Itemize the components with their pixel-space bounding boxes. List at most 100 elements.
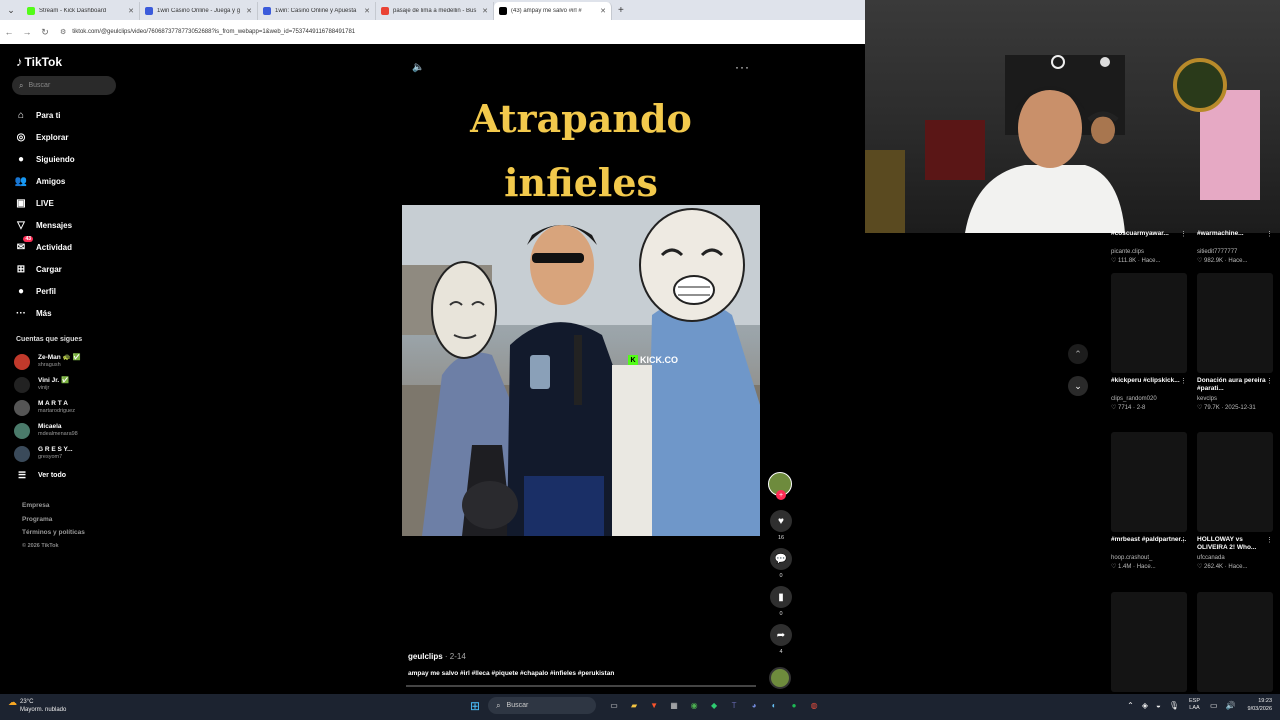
taskbar-search[interactable]: ⌕ Buscar [488, 697, 597, 714]
spotify-icon[interactable]: ● [787, 698, 802, 713]
video-progress-bar[interactable] [406, 685, 756, 687]
video-author[interactable]: geulclips · 2-14 [408, 652, 466, 661]
volume-tray-icon[interactable]: 🔊 [1226, 701, 1236, 710]
tab-close-icon[interactable]: ✕ [364, 7, 370, 15]
followed-account[interactable]: M A R T Amartarodriguez [14, 396, 124, 419]
followed-account[interactable]: G R E S Y... gresyom7 [14, 442, 124, 465]
nav-item-más[interactable]: ··· Más [14, 302, 124, 324]
music-disc-icon[interactable] [769, 667, 791, 689]
browser-tab[interactable]: 1win: Casino Online y Apuesta ✕ [258, 2, 376, 20]
bookmark-icon[interactable]: ▮ [770, 586, 792, 608]
save-action[interactable]: ▮ 0 [768, 586, 794, 624]
scroll-down-button[interactable]: ⌄ [1068, 376, 1088, 396]
video-card[interactable]: ⋮ #warmachine... sitiedit7777777 ♡ 982.9K ·… [1197, 230, 1273, 265]
tab-search-icon[interactable]: ⌄ [0, 5, 22, 16]
footer-link[interactable]: Empresa [22, 502, 85, 516]
video-thumbnail[interactable] [1197, 592, 1273, 692]
heart-icon[interactable]: ♥ [770, 510, 792, 532]
share-icon[interactable]: ➦ [770, 624, 792, 646]
tab-favicon-icon [381, 7, 389, 15]
follow-plus-icon[interactable]: + [776, 490, 786, 500]
video-card[interactable]: ⋮ Donación aura pereira #parati... kevclps… [1197, 273, 1273, 412]
video-card[interactable]: ⋮ #kickperu #clipskick... clips_random020 ♡… [1111, 273, 1187, 412]
video-thumbnail[interactable] [1111, 273, 1187, 373]
footer-link[interactable]: Términos y políticas [22, 529, 85, 543]
network-icon[interactable]: ◒ [1156, 701, 1161, 710]
url-field[interactable]: ⚙ tiktok.com/@geulclips/video/7606873778… [60, 23, 857, 41]
author-name[interactable]: geulclips [408, 652, 443, 661]
new-tab-button[interactable]: + [618, 5, 624, 16]
video-card[interactable]: ⋮ #coscuarmyawar... picante.clips ♡ 111.8K … [1111, 230, 1187, 265]
video-thumbnail[interactable] [1197, 432, 1273, 532]
tab-close-icon[interactable]: ✕ [246, 7, 252, 15]
forward-icon[interactable]: → [18, 27, 36, 37]
tab-close-icon[interactable]: ✕ [128, 7, 134, 15]
video-thumbnail[interactable] [1111, 592, 1187, 692]
reload-icon[interactable]: ↻ [36, 27, 54, 38]
app-icon[interactable]: ◆ [707, 698, 722, 713]
tab-close-icon[interactable]: ✕ [482, 7, 488, 15]
comment-action[interactable]: 💬 0 [768, 548, 794, 586]
video-card-user: clips_random020 [1111, 396, 1157, 402]
back-icon[interactable]: ← [0, 27, 18, 37]
browser-tab[interactable]: (43) ampay me salvo #irl # ✕ [494, 2, 612, 20]
followed-account[interactable]: Ze-Man 🐢 ✅ shragush [14, 350, 124, 373]
display-icon[interactable]: ▭ [1210, 701, 1218, 710]
file-explorer-icon[interactable]: ▰ [627, 698, 642, 713]
video-thumbnail[interactable] [1197, 273, 1273, 373]
nav-item-live[interactable]: ▣ LIVE [14, 192, 124, 214]
discord-icon[interactable]: ◕ [747, 698, 762, 713]
teams-icon[interactable]: T [727, 698, 742, 713]
nav-item-siguiendo[interactable]: ● Siguiendo [14, 148, 124, 170]
video-thumbnail[interactable] [1111, 432, 1187, 532]
share-action[interactable]: ➦ 4 [768, 624, 794, 662]
followed-account[interactable]: Vini Jr. ✅ vinijr [14, 373, 124, 396]
task-view-icon[interactable]: ▭ [607, 698, 622, 713]
weather-widget[interactable]: ☁ 23°C Mayorm. nublado [8, 698, 66, 714]
followed-account[interactable]: Micaela mdealmenara98 [14, 419, 124, 442]
tab-close-icon[interactable]: ✕ [600, 7, 606, 15]
volume-icon[interactable]: 🔈 [412, 62, 424, 73]
browser-tab[interactable]: pasaje de lima a medellin - Bus ✕ [376, 2, 494, 20]
more-options-icon[interactable]: ··· [735, 60, 750, 74]
chrome-icon[interactable]: ◉ [687, 698, 702, 713]
windows-start-icon[interactable]: ⊞ [470, 699, 480, 713]
language-indicator[interactable]: ESP LAA [1189, 698, 1200, 712]
nav-item-explorar[interactable]: ◎ Explorar [14, 126, 124, 148]
card-menu-icon[interactable]: ⋮ [1266, 377, 1273, 385]
scroll-up-button[interactable]: ⌃ [1068, 344, 1088, 364]
store-icon[interactable]: ▦ [667, 698, 682, 713]
nav-item-cargar[interactable]: ⊞ Cargar [14, 258, 124, 280]
mic-icon[interactable]: 🎙 [1169, 701, 1179, 710]
card-menu-icon[interactable]: ⋮ [1180, 536, 1187, 544]
search-input[interactable]: ⌕ Buscar [12, 76, 116, 95]
video-card[interactable]: ⋮ HOLLOWAY vs OLIVEIRA 2! Who... ufccanada… [1197, 432, 1273, 571]
card-menu-icon[interactable]: ⋮ [1266, 230, 1273, 238]
tiktok-logo[interactable]: ♪ TikTok [16, 54, 62, 69]
clock[interactable]: 19:23 9/03/2026 [1248, 697, 1272, 713]
tray-app-icon[interactable]: ◈ [1142, 701, 1148, 710]
comment-icon[interactable]: 💬 [770, 548, 792, 570]
browser-tab[interactable]: 1win Casino Online - Juega y g ✕ [140, 2, 258, 20]
nav-item-amigos[interactable]: 👥 Amigos [14, 170, 124, 192]
nav-item-perfil[interactable]: ● Perfil [14, 280, 124, 302]
video-card[interactable]: ⋮ #mrbeast #paldpartner... hoop.crashout_ ♡… [1111, 432, 1187, 571]
card-menu-icon[interactable]: ⋮ [1180, 230, 1187, 238]
nav-item-para-ti[interactable]: ⌂ Para ti [14, 104, 124, 126]
card-menu-icon[interactable]: ⋮ [1266, 536, 1273, 544]
footer-link[interactable]: Programa [22, 516, 85, 530]
steam-icon[interactable]: ◐ [767, 698, 782, 713]
nav-item-actividad[interactable]: ✉ 43 Actividad [14, 236, 124, 258]
like-action[interactable]: ♥ 16 [768, 510, 794, 548]
nav-item-mensajes[interactable]: ▽ Mensajes [14, 214, 124, 236]
tray-overflow-icon[interactable]: ⌃ [1127, 701, 1134, 710]
tab-title: 1win Casino Online - Juega y g [157, 8, 241, 14]
video-player[interactable]: 🔈 ··· Atrapando infieles K KICK.CO geulc… [402, 54, 760, 689]
site-info-icon[interactable]: ⚙ [60, 28, 66, 36]
brave-icon[interactable]: ▼ [647, 698, 662, 713]
see-all-button[interactable]: ☰ Ver todo [14, 465, 124, 485]
creator-avatar[interactable]: + [768, 472, 792, 500]
card-menu-icon[interactable]: ⋮ [1180, 377, 1187, 385]
obs-icon[interactable]: ◍ [807, 698, 822, 713]
browser-tab[interactable]: Stream - Kick Dashboard ✕ [22, 2, 140, 20]
